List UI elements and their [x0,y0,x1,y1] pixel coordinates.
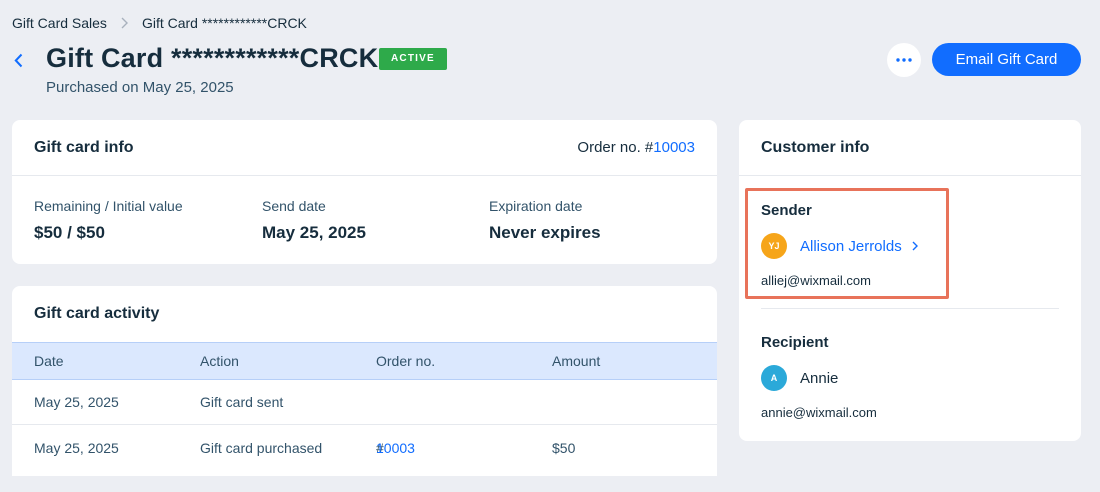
send-date-stat: Send date May 25, 2025 [262,198,366,243]
sender-avatar: YJ [761,233,787,259]
sender-label: Sender [761,202,812,219]
sender-name-link[interactable]: Allison Jerrolds [800,238,902,255]
stat-value: May 25, 2025 [262,223,366,242]
gift-card-activity-card: Gift card activity Date Action Order no.… [12,286,717,476]
status-badge: ACTIVE [379,48,447,70]
stat-value: $50 / $50 [34,223,105,242]
recipient-name: Annie [800,369,839,387]
page-title: Gift Card ************CRCK [46,43,379,73]
gift-card-info-title: Gift card info [34,138,134,156]
chevron-right-icon[interactable] [912,241,918,251]
customer-info-title: Customer info [761,138,870,156]
chevron-left-icon [13,53,22,67]
stat-label: Remaining / Initial value [34,198,183,214]
table-row: May 25, 2025 Gift card sent [12,380,717,425]
breadcrumb-gift-card-sales[interactable]: Gift Card Sales [12,15,107,31]
chevron-right-icon [121,17,128,29]
expiration-date-stat: Expiration date Never expires [489,198,601,243]
breadcrumb: Gift Card Sales Gift Card ************CR… [12,15,307,31]
order-number-link[interactable]: 10003 [653,139,695,156]
order-number-label: Order no. # [577,139,654,156]
recipient-label: Recipient [761,334,829,351]
gift-card-info-card: Gift card info Order no. #10003 Remainin… [12,120,717,264]
column-header-amount: Amount [552,353,601,369]
order-number: Order no. #10003 [577,139,695,156]
sender-email: alliej@wixmail.com [761,273,871,288]
recipient-section: Recipient A Annie annie@wixmail.com [761,334,877,420]
order-link[interactable]: 10003 [376,440,415,456]
column-header-date: Date [34,353,64,369]
more-actions-button[interactable] [887,43,921,77]
email-gift-card-button[interactable]: Email Gift Card [932,43,1081,76]
sender-section: Sender YJ Allison Jerrolds alliej@wixmai… [761,202,918,288]
stat-value: Never expires [489,223,601,242]
remaining-value-stat: Remaining / Initial value $50 / $50 [34,198,183,243]
recipient-avatar: A [761,365,787,391]
stat-label: Expiration date [489,198,583,214]
cell-action: Gift card purchased [200,439,323,456]
divider [761,308,1059,309]
breadcrumb-current: Gift Card ************CRCK [141,15,307,31]
ellipsis-icon [896,58,912,62]
page-subtitle: Purchased on May 25, 2025 [46,79,234,96]
cell-date: May 25, 2025 [34,439,119,456]
recipient-email: annie@wixmail.com [761,405,877,420]
customer-info-card: Customer info Sender YJ Allison Jerrolds… [739,120,1081,441]
column-header-action: Action [200,353,239,369]
table-row: May 25, 2025 Gift card purchased #10003 … [12,425,717,470]
cell-amount: $50 [552,439,576,456]
cell-action: Gift card sent [200,394,284,410]
cell-date: May 25, 2025 [34,394,119,410]
gift-card-activity-title: Gift card activity [34,305,160,322]
stat-label: Send date [262,198,326,214]
column-header-order: Order no. [376,353,436,369]
table-header: Date Action Order no. Amount [12,342,717,380]
back-button[interactable] [10,51,26,69]
